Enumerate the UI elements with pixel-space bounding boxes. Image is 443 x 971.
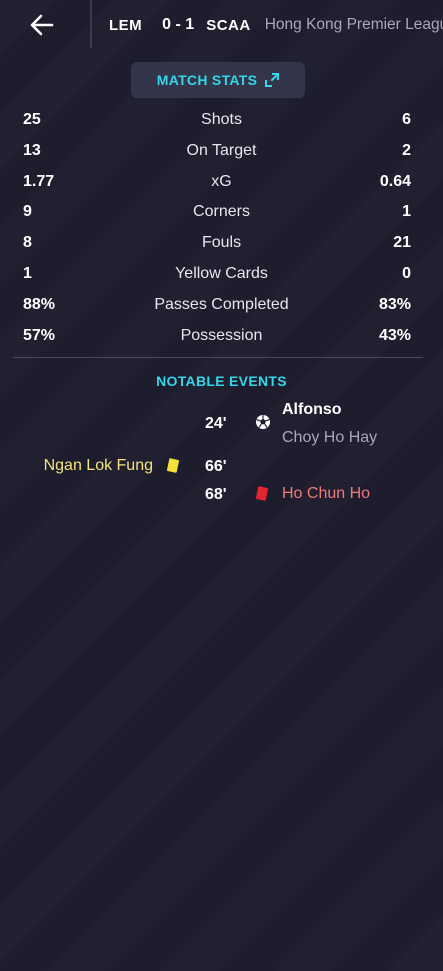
- away-team: SCAA: [206, 16, 251, 34]
- scorer-name[interactable]: Alfonso: [282, 401, 342, 419]
- competition-name: Hong Kong Premier League: [264, 16, 443, 33]
- stat-row-passes-completed: 88% Passes Completed 83%: [0, 289, 443, 320]
- stat-label: Corners: [193, 203, 250, 221]
- stat-row-shots: 25 Shots 6: [0, 104, 443, 135]
- away-value: 21: [393, 234, 411, 252]
- score-line: LEM 0 - 1 SCAA Hong Kong Premier League: [109, 0, 443, 50]
- expand-icon: [265, 73, 280, 87]
- event-red-card: 68' Ho Chun Ho: [0, 485, 443, 513]
- back-button[interactable]: [0, 0, 84, 50]
- event-goal: 24' Alfonso: [0, 400, 443, 432]
- away-value: 6: [402, 111, 411, 128]
- home-team: LEM: [109, 16, 143, 34]
- stats-table: 25 Shots 6 13 On Target 2 1.77 xG 0.64 9…: [0, 104, 443, 350]
- stat-row-xg: 1.77 xG 0.64: [0, 166, 443, 197]
- stat-row-on-target: 13 On Target 2: [0, 135, 443, 166]
- football-icon: [255, 414, 271, 435]
- away-value: 43%: [378, 326, 411, 344]
- arrow-left-icon: [30, 14, 54, 36]
- stat-row-corners: 9 Corners 1: [0, 196, 443, 227]
- stat-label: xG: [211, 172, 232, 190]
- match-header: LEM 0 - 1 SCAA Hong Kong Premier League: [0, 0, 443, 50]
- stat-label: Yellow Cards: [175, 264, 268, 282]
- match-score: 0 - 1: [162, 16, 195, 33]
- away-value: 0.64: [379, 172, 411, 190]
- notable-events-title: NOTABLE EVENTS: [156, 373, 287, 389]
- sent-off-player-name[interactable]: Ho Chun Ho: [282, 485, 370, 503]
- away-value: 0: [402, 264, 411, 282]
- stat-label: Passes Completed: [154, 295, 289, 313]
- event-minute: 66': [205, 458, 227, 475]
- red-card-icon: [255, 486, 269, 505]
- match-stats-label: MATCH STATS: [156, 72, 258, 88]
- header-divider: [90, 0, 92, 48]
- away-value: 83%: [378, 295, 411, 313]
- booked-player-name[interactable]: Ngan Lok Fung: [44, 457, 153, 475]
- stat-label: Fouls: [201, 234, 242, 252]
- event-minute: 24': [205, 415, 227, 432]
- yellow-card-icon: [166, 458, 180, 477]
- away-value: 1: [402, 203, 411, 221]
- match-stats-button[interactable]: MATCH STATS: [131, 62, 305, 98]
- stat-label: On Target: [186, 141, 257, 159]
- stat-label: Possession: [180, 326, 263, 344]
- away-value: 2: [402, 141, 411, 159]
- stat-row-fouls: 8 Fouls 21: [0, 227, 443, 258]
- event-yellow-card: Ngan Lok Fung 66': [0, 457, 443, 485]
- assist-name[interactable]: Choy Ho Hay: [282, 429, 377, 447]
- stat-row-possession: 57% Possession 43%: [0, 320, 443, 351]
- event-minute: 68': [205, 486, 227, 503]
- stat-label: Shots: [201, 111, 242, 128]
- section-divider: [13, 357, 423, 358]
- stat-row-yellow-cards: 1 Yellow Cards 0: [0, 258, 443, 289]
